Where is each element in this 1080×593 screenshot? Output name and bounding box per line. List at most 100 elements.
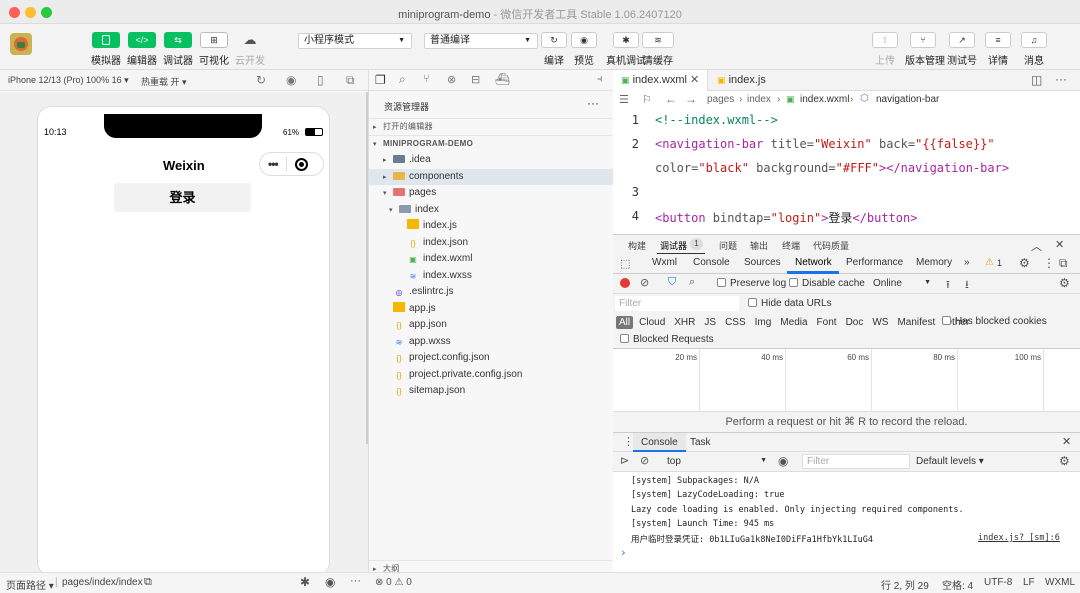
- type-filter-media[interactable]: Media: [777, 316, 810, 329]
- open-editors-section[interactable]: ▸ 打开的编辑器: [369, 118, 614, 134]
- toolbar-button-3[interactable]: ≋ 清缓存: [640, 32, 676, 67]
- debug-tab-5[interactable]: 代码质量: [813, 239, 849, 252]
- bug-icon[interactable]: ✱: [300, 575, 310, 589]
- file-tree-item[interactable]: app.js: [369, 301, 614, 317]
- toolbar-right-button-0[interactable]: ⇧ 上传: [867, 32, 903, 67]
- more-icon[interactable]: ···: [350, 575, 361, 587]
- context-select[interactable]: top ▼: [667, 456, 767, 467]
- more-dots-icon[interactable]: •••: [268, 157, 279, 171]
- bookmark-icon[interactable]: ⚐: [642, 93, 652, 106]
- clear-icon[interactable]: ⊘: [640, 276, 649, 289]
- type-filter-img[interactable]: Img: [752, 316, 775, 329]
- tab-task[interactable]: Task: [690, 433, 711, 452]
- download-icon[interactable]: ⭳: [965, 276, 969, 295]
- file-tree-item[interactable]: {} index.json: [369, 235, 614, 251]
- filter-icon[interactable]: ⛉: [668, 276, 676, 289]
- file-tree-item[interactable]: ▾ index: [369, 202, 614, 218]
- capsule-close-icon[interactable]: [294, 157, 308, 171]
- project-section[interactable]: ▾ MINIPROGRAM-DEMO: [369, 135, 614, 151]
- toolbar-button-1[interactable]: ◉ 预览: [566, 32, 602, 67]
- log-source-link[interactable]: index.js? [sm]:6: [978, 533, 1060, 543]
- blocked-cookies-checkbox[interactable]: Has blocked cookies: [942, 316, 1047, 327]
- file-tree-item[interactable]: ▣ index.wxml: [369, 251, 614, 267]
- console-filter-input[interactable]: Filter: [802, 454, 910, 469]
- device-icon[interactable]: ▯: [317, 73, 324, 87]
- file-tree-item[interactable]: {} project.private.config.json: [369, 367, 614, 383]
- type-filter-ws[interactable]: WS: [869, 316, 891, 329]
- debug-button[interactable]: ⇆ 调试器: [160, 32, 196, 67]
- type-filter-all[interactable]: All: [616, 315, 634, 329]
- file-tree-item[interactable]: ≋ app.wxss: [369, 334, 614, 350]
- type-filter-cloud[interactable]: Cloud: [636, 316, 668, 329]
- tab-memory[interactable]: Memory: [916, 257, 952, 268]
- file-tree-item[interactable]: ▾ pages: [369, 185, 614, 201]
- outline-section[interactable]: ▸ 大纲: [369, 560, 614, 576]
- debug-tab-4[interactable]: 终端: [782, 239, 800, 252]
- encoding[interactable]: UTF-8: [984, 577, 1012, 588]
- file-tree-item[interactable]: {} sitemap.json: [369, 383, 614, 399]
- files-icon[interactable]: ❐: [375, 73, 386, 87]
- layout-button[interactable]: ⊞ 可视化: [196, 32, 232, 67]
- type-filter-css[interactable]: CSS: [722, 316, 749, 329]
- throttle-select[interactable]: Online ▼: [873, 278, 931, 289]
- list-icon[interactable]: ☰: [619, 93, 629, 106]
- crumb-element[interactable]: navigation-bar: [876, 94, 939, 105]
- stop-icon[interactable]: ◉: [286, 73, 296, 87]
- windows-icon[interactable]: ⧉: [346, 73, 355, 88]
- more-icon[interactable]: ···: [587, 96, 599, 110]
- tab-index-wxml[interactable]: ▣ index.wxml ✕: [613, 70, 708, 91]
- eye-icon[interactable]: ◉: [778, 454, 788, 468]
- debug-tab-3[interactable]: 输出: [750, 239, 768, 252]
- hide-data-urls-checkbox[interactable]: Hide data URLs: [748, 298, 832, 309]
- console-prompt[interactable]: ›: [620, 546, 627, 559]
- toolbar-right-button-3[interactable]: ≡ 详情: [980, 32, 1016, 67]
- close-icon[interactable]: ✕: [1062, 435, 1071, 448]
- type-filter-xhr[interactable]: XHR: [671, 316, 698, 329]
- tab-sources[interactable]: Sources: [744, 257, 781, 268]
- cloud-button[interactable]: ☁ 云开发: [232, 32, 268, 67]
- copy-icon[interactable]: ⧉: [144, 576, 152, 589]
- blocked-requests-checkbox[interactable]: Blocked Requests: [620, 334, 714, 345]
- code-button[interactable]: </> 编辑器: [124, 32, 160, 67]
- close-icon[interactable]: ✕: [690, 74, 699, 86]
- tab-console[interactable]: Console: [633, 433, 686, 452]
- type-filter-js[interactable]: JS: [701, 316, 719, 329]
- debug-run-icon[interactable]: ⊗: [447, 73, 456, 86]
- sidebar-toggle-icon[interactable]: ⊳: [620, 454, 629, 467]
- crumb-file[interactable]: index.wxml: [800, 94, 849, 105]
- extensions-icon[interactable]: ⊟: [471, 73, 480, 86]
- tab-index-js[interactable]: ▣ index.js: [709, 70, 799, 91]
- file-tree-item[interactable]: ≋ index.wxss: [369, 268, 614, 284]
- inspect-icon[interactable]: ⬚: [620, 257, 630, 270]
- language-mode[interactable]: WXML: [1045, 577, 1075, 588]
- file-tree-item[interactable]: {} app.json: [369, 317, 614, 333]
- login-button[interactable]: 登录: [114, 183, 251, 212]
- page-path-label[interactable]: 页面路径 ▾: [6, 577, 54, 592]
- tab-wxml[interactable]: Wxml: [652, 257, 677, 268]
- clear-icon[interactable]: ⊘: [640, 454, 649, 467]
- eye-icon[interactable]: ◉: [325, 575, 335, 589]
- tab-network[interactable]: Network: [795, 257, 832, 268]
- toolbar-right-button-4[interactable]: ♫ 消息: [1016, 32, 1052, 67]
- indent-setting[interactable]: 空格: 4: [942, 577, 973, 592]
- gear-icon[interactable]: ⚙: [1059, 454, 1070, 468]
- tab-console[interactable]: Console: [693, 257, 730, 268]
- type-filter-doc[interactable]: Doc: [843, 316, 867, 329]
- file-tree-item[interactable]: {} project.config.json: [369, 350, 614, 366]
- file-tree-item[interactable]: ▸ .idea: [369, 152, 614, 168]
- debug-tab-1[interactable]: 调试器: [660, 239, 687, 252]
- gear-icon[interactable]: ⚙: [1019, 256, 1030, 270]
- refresh-icon[interactable]: ↻: [256, 73, 266, 87]
- levels-select[interactable]: Default levels ▾: [916, 456, 984, 467]
- collapse-icon[interactable]: ︿: [1031, 238, 1042, 254]
- tab-performance[interactable]: Performance: [846, 257, 903, 268]
- disable-cache-checkbox[interactable]: Disable cache: [789, 278, 865, 289]
- phone-button[interactable]: 模拟器: [88, 32, 124, 67]
- debug-tab-2[interactable]: 问题: [719, 239, 737, 252]
- gear-icon[interactable]: ⚙: [1059, 276, 1070, 290]
- cursor-position[interactable]: 行 2, 列 29: [881, 577, 929, 592]
- type-filter-font[interactable]: Font: [814, 316, 840, 329]
- crumb-pages[interactable]: pages: [707, 94, 734, 105]
- more-tabs-button[interactable]: »: [964, 257, 970, 268]
- line-ending[interactable]: LF: [1023, 577, 1035, 588]
